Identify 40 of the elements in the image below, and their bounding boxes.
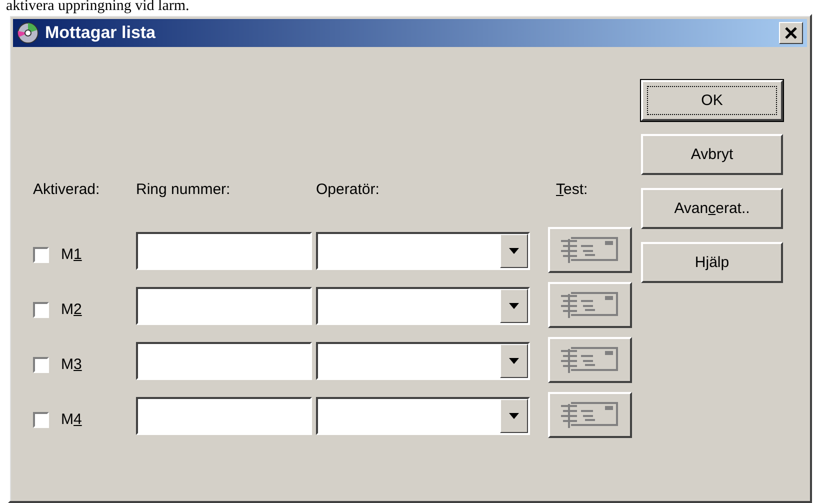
row-label: M3 — [61, 356, 82, 373]
checkbox[interactable] — [33, 302, 49, 318]
column-label: Test: — [556, 181, 589, 200]
window-title: Mottagar lista — [45, 23, 157, 43]
dropdown-button[interactable] — [500, 344, 528, 378]
card-lines-icon — [559, 345, 621, 375]
card-lines-icon — [559, 400, 621, 430]
card-lines-icon — [559, 235, 621, 265]
dropdown-button[interactable] — [500, 399, 528, 433]
column-label: Aktiverad: — [33, 181, 101, 200]
operator-dropdown[interactable] — [316, 232, 530, 270]
column-label: Operatör: — [316, 181, 380, 200]
caret-icon — [509, 413, 519, 419]
close-icon — [785, 27, 797, 39]
disc-icon — [17, 22, 39, 44]
operator-dropdown[interactable] — [316, 342, 530, 380]
dialog-button[interactable]: OK — [641, 80, 783, 121]
dialog-button[interactable]: Avbryt — [641, 134, 783, 175]
dialog-button[interactable]: Avancerat.. — [641, 188, 783, 229]
operator-dropdown[interactable] — [316, 397, 530, 435]
number-field[interactable] — [136, 232, 312, 270]
row-label: M1 — [61, 246, 82, 263]
number-field[interactable] — [136, 397, 312, 435]
dialog-button[interactable]: Hjälp — [641, 242, 783, 283]
dropdown-button[interactable] — [500, 289, 528, 323]
card-lines-icon — [559, 290, 621, 320]
dropdown-button[interactable] — [500, 234, 528, 268]
checkbox[interactable] — [33, 246, 49, 262]
number-field[interactable] — [136, 287, 312, 325]
row-label: M4 — [61, 411, 82, 428]
checkbox[interactable] — [33, 412, 49, 428]
close-button[interactable] — [779, 22, 803, 44]
checkbox[interactable] — [33, 356, 49, 372]
caret-icon — [509, 358, 519, 364]
row-label: M2 — [61, 301, 82, 318]
column-label: Ring nummer: — [136, 181, 232, 200]
caret-icon — [509, 248, 519, 254]
number-field[interactable] — [136, 342, 312, 380]
caret-icon — [509, 303, 519, 309]
operator-dropdown[interactable] — [316, 287, 530, 325]
